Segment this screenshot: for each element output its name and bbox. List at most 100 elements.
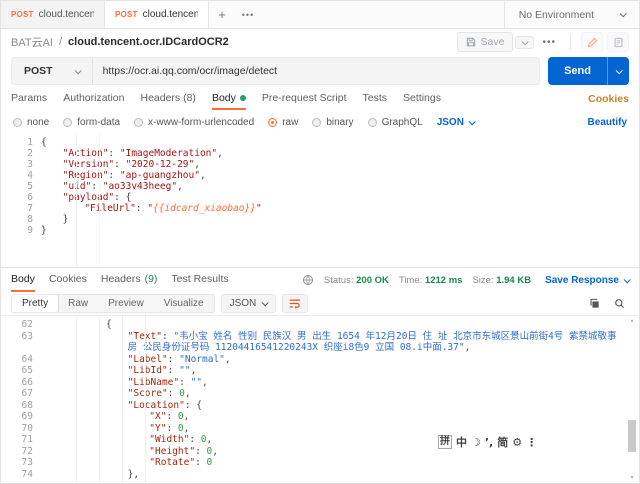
more-actions-button[interactable]: •••	[534, 37, 564, 48]
line-content: "Height": 0,	[149, 445, 218, 457]
cookies-link[interactable]: Cookies	[588, 93, 629, 105]
copy-button[interactable]	[585, 296, 604, 311]
tab-label: Settings	[403, 92, 441, 104]
line-content: "Label": "Normal",	[127, 353, 231, 365]
wrap-lines-icon	[289, 299, 301, 309]
save-button[interactable]: Save	[456, 32, 514, 52]
request-header: BAT云AI / cloud.tencent.ocr.IDCardOCR2 Sa…	[1, 29, 639, 55]
tab-response-headers[interactable]: Headers (9)	[101, 268, 158, 292]
send-options-button[interactable]	[607, 57, 629, 85]
line-number: 65	[21, 365, 33, 376]
request-tab-2[interactable]: POST cloud.tencent.ocr.IDCa	[105, 1, 209, 28]
save-response-button[interactable]: Save Response	[545, 275, 631, 286]
tab-label: Authorization	[63, 92, 125, 104]
mode-label: x-www-form-urlencoded	[148, 116, 255, 128]
ime-simplified-icon[interactable]: 简	[497, 434, 508, 450]
mode-form-data[interactable]: form-data	[63, 117, 120, 128]
ime-pinyin-icon[interactable]: 拼	[438, 435, 452, 449]
mode-raw[interactable]: raw	[268, 117, 298, 128]
docs-button[interactable]	[607, 32, 629, 52]
send-button[interactable]: Send	[548, 57, 607, 85]
chevron-down-icon	[623, 275, 631, 283]
mode-graphql[interactable]: GraphQL	[367, 117, 423, 128]
tab-test-results[interactable]: Test Results	[171, 268, 228, 292]
tab-headers[interactable]: Headers (8)	[140, 88, 195, 110]
preview-view-button[interactable]: Preview	[98, 295, 154, 312]
search-button[interactable]	[610, 296, 629, 311]
scroll-down-arrow-icon[interactable]: ▾	[629, 475, 635, 481]
mode-binary[interactable]: binary	[312, 117, 354, 128]
radio-icon	[367, 117, 377, 127]
code-line: 66 "LibName": "",	[1, 377, 639, 389]
format-label: JSON	[436, 116, 464, 128]
tab-pre-request-script[interactable]: Pre-request Script	[262, 88, 347, 110]
ime-halfwidth-moon-icon[interactable]: ☽	[471, 436, 481, 449]
environment-selector[interactable]: No Environment	[503, 1, 639, 28]
raw-view-button[interactable]: Raw	[58, 295, 98, 312]
tab-settings[interactable]: Settings	[403, 88, 441, 110]
time-label: Time:	[398, 274, 423, 286]
wrap-lines-button[interactable]	[282, 294, 309, 313]
line-number: 8	[27, 214, 33, 225]
save-options-button[interactable]	[515, 35, 535, 49]
visualize-view-button[interactable]: Visualize	[154, 295, 214, 312]
code-line: 65 "LibId": "",	[1, 365, 639, 377]
indent-guide	[76, 133, 77, 267]
pencil-icon	[587, 37, 597, 47]
time-value: 1212 ms	[424, 274, 463, 286]
indent-guide	[99, 133, 100, 267]
request-config-tabs: Params Authorization Headers (8) Body Pr…	[1, 87, 639, 111]
code-line: 74},	[1, 469, 639, 481]
tab-authorization[interactable]: Authorization	[63, 88, 124, 110]
line-number: 4	[27, 170, 33, 181]
scrollbar-thumb[interactable]	[628, 420, 636, 452]
new-tab-button[interactable]: +	[209, 1, 235, 28]
code-line: 9}	[1, 225, 639, 236]
line-number: 5	[27, 181, 33, 192]
url-container: POST	[11, 57, 541, 85]
tab-body[interactable]: Body	[211, 88, 246, 110]
mode-none[interactable]: none	[13, 117, 49, 128]
request-body-editor[interactable]: 1{2 "Action": "ImageModeration", 3 "Version…	[1, 133, 639, 267]
pretty-view-button[interactable]: Pretty	[11, 295, 60, 312]
edit-button[interactable]	[581, 32, 603, 52]
chevron-down-icon	[522, 37, 530, 45]
chevron-down-icon	[615, 66, 623, 74]
tab-params[interactable]: Params	[11, 88, 47, 110]
mode-label: none	[27, 116, 50, 128]
breadcrumb-request-name: cloud.tencent.ocr.IDCardOCR2	[68, 36, 229, 48]
tab-tests[interactable]: Tests	[363, 88, 388, 110]
request-tab-title: cloud.tencent.ocr.IDCa	[142, 9, 198, 20]
body-format-selector[interactable]: JSON	[436, 116, 476, 128]
ime-toolbar[interactable]: 拼 中 ☽ ’, 简 ⚙ ⋮	[438, 434, 537, 450]
save-icon	[466, 37, 475, 47]
beautify-link[interactable]: Beautify	[588, 117, 627, 128]
mode-label: raw	[282, 116, 299, 128]
mode-x-www-form-urlencoded[interactable]: x-www-form-urlencoded	[134, 117, 254, 128]
method-badge: POST	[11, 10, 34, 19]
url-input[interactable]	[92, 65, 540, 77]
ime-settings-gear-icon[interactable]: ⚙	[512, 436, 522, 449]
tab-options-button[interactable]: •••	[235, 1, 261, 28]
response-viewer[interactable]: 拼 中 ☽ ’, 简 ⚙ ⋮ ▴ ▾ 62 {63 "Text": "韦小宝 姓名 …	[1, 316, 639, 483]
response-scrollbar[interactable]: ▴ ▾	[627, 318, 637, 481]
breadcrumb-collection[interactable]: BAT云AI	[11, 34, 53, 50]
line-number: 62	[21, 319, 33, 330]
ime-chinese-mode-icon[interactable]: 中	[456, 434, 467, 450]
request-tab-1[interactable]: POST cloud.tencent.ocr.IDCa	[1, 1, 105, 28]
code-line: 70 "Y": 0,	[1, 423, 639, 435]
tab-response-cookies[interactable]: Cookies	[49, 268, 87, 292]
line-content: "Width": 0,	[149, 434, 213, 445]
method-selector[interactable]: POST	[12, 65, 92, 77]
scroll-up-arrow-icon[interactable]: ▴	[629, 318, 635, 324]
response-format-selector[interactable]: JSON	[220, 294, 277, 313]
postman-window: POST cloud.tencent.ocr.IDCa POST cloud.t…	[0, 0, 640, 484]
ime-more-icon[interactable]: ⋮	[526, 436, 537, 449]
code-line: 3 "Version": "2020-12-29",	[1, 159, 639, 170]
document-icon	[614, 37, 622, 47]
code-line: 2 "Action": "ImageModeration",	[1, 148, 639, 159]
tab-response-body[interactable]: Body	[11, 268, 35, 292]
ime-punctuation-icon[interactable]: ’,	[485, 436, 493, 449]
line-number: 2	[27, 148, 33, 159]
search-icon	[615, 299, 625, 309]
